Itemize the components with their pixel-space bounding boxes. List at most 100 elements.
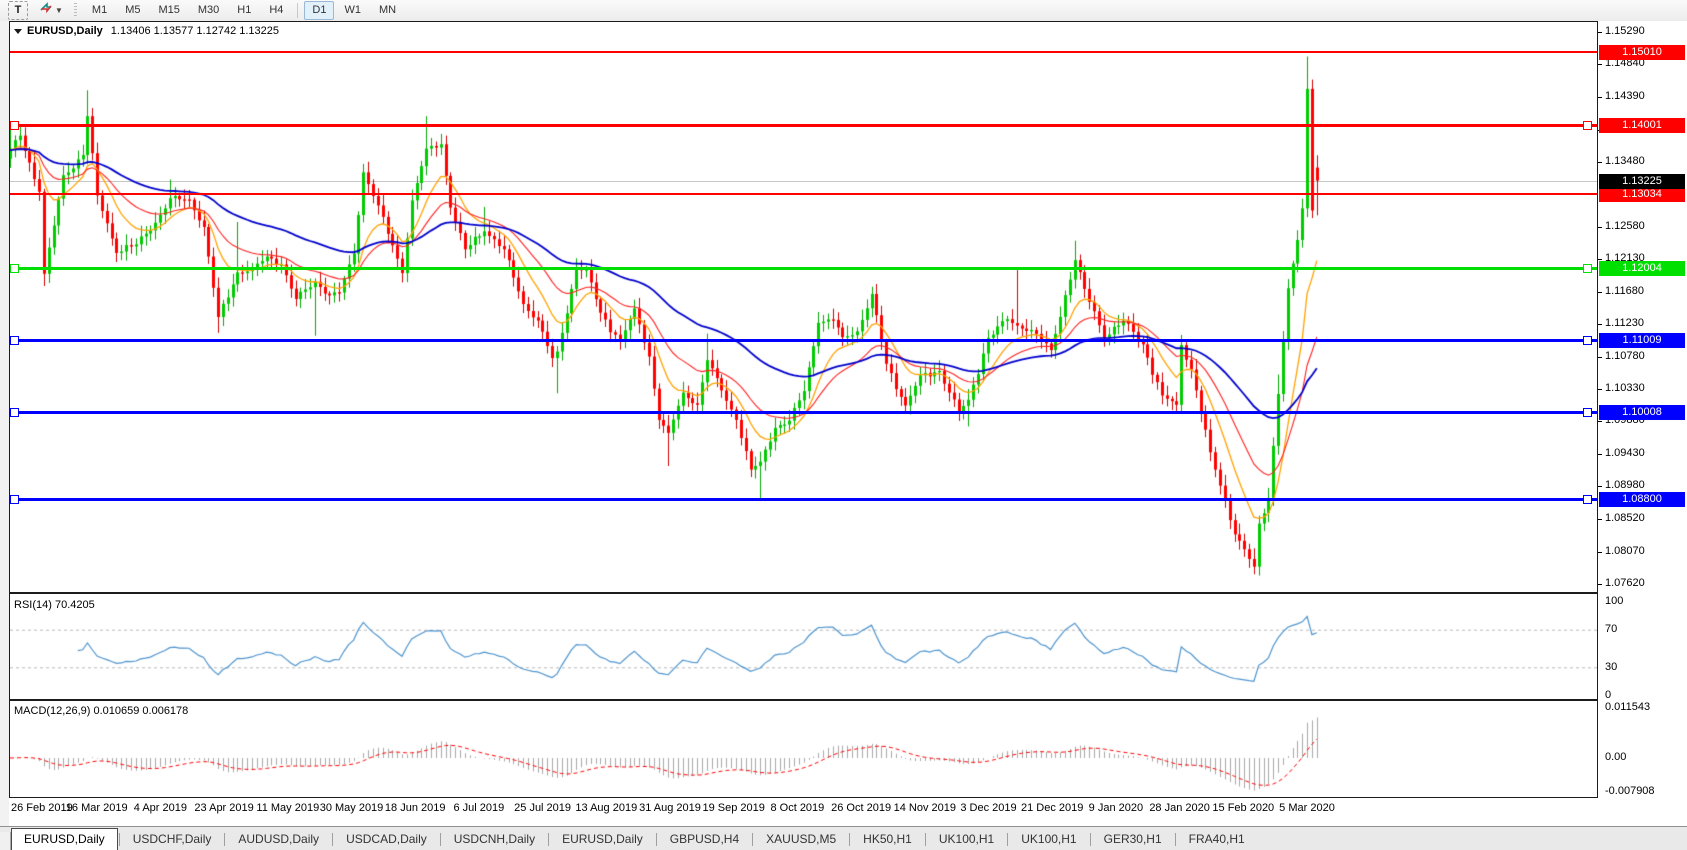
- price-axis[interactable]: 1.152901.148401.143901.139301.134801.125…: [1597, 21, 1687, 796]
- date-axis-label: 26 Feb 2019: [11, 802, 73, 814]
- timeframe-button-group: M1M5M15M30H1H4 D1W1MN: [83, 1, 405, 20]
- timeframe-button-h4[interactable]: H4: [261, 1, 291, 20]
- tabs-left-edge: [0, 832, 11, 850]
- timeframe-button-w1[interactable]: W1: [336, 1, 369, 20]
- price-axis-label: 1.08520: [1605, 512, 1645, 524]
- price-axis-label: 1.07620: [1605, 577, 1645, 589]
- macd-indicator-label: MACD(12,26,9) 0.010659 0.006178: [14, 705, 188, 717]
- date-axis-label: 19 Sep 2019: [702, 802, 764, 814]
- collapse-triangle-icon[interactable]: [14, 29, 22, 34]
- macd-axis-label: 0.00: [1605, 751, 1626, 763]
- tab-hk50-h1-8[interactable]: HK50,H1: [851, 829, 924, 850]
- line-handle-right[interactable]: [1583, 495, 1592, 504]
- price-axis-label: 1.12580: [1605, 220, 1645, 232]
- date-axis-label: 26 Oct 2019: [831, 802, 891, 814]
- tab-separator: [752, 833, 753, 846]
- tab-separator: [224, 833, 225, 846]
- tab-eurusd-daily-5[interactable]: EURUSD,Daily: [550, 829, 655, 850]
- tab-ger30-h1-11[interactable]: GER30,H1: [1092, 829, 1174, 850]
- date-axis-label: 6 Jul 2019: [454, 802, 505, 814]
- tab-separator: [925, 833, 926, 846]
- price-axis-label: 1.09430: [1605, 447, 1645, 459]
- text-tool-button[interactable]: T: [8, 1, 28, 20]
- timeframe-button-mn[interactable]: MN: [371, 1, 404, 20]
- timeframe-button-m1[interactable]: M1: [84, 1, 115, 20]
- timeframe-button-m30[interactable]: M30: [190, 1, 227, 20]
- tab-separator: [332, 833, 333, 846]
- line-handle-left[interactable]: [10, 121, 19, 130]
- line-handle-right[interactable]: [1583, 264, 1592, 273]
- date-axis-label: 23 Apr 2019: [194, 802, 253, 814]
- line-handle-right[interactable]: [1583, 121, 1592, 130]
- date-axis-label: 5 Mar 2020: [1279, 802, 1335, 814]
- price-axis-tick: [1598, 552, 1602, 553]
- price-level-badge: 1.08800: [1599, 492, 1685, 507]
- toolbar-separator: [297, 3, 298, 18]
- tab-fra40-h1-12[interactable]: FRA40,H1: [1177, 829, 1257, 850]
- tab-usdcad-daily-3[interactable]: USDCAD,Daily: [334, 829, 439, 850]
- price-axis-tick: [1598, 454, 1602, 455]
- price-axis-tick: [1598, 32, 1602, 33]
- date-axis-label: 31 Aug 2019: [639, 802, 701, 814]
- tab-usdchf-daily-1[interactable]: USDCHF,Daily: [121, 829, 224, 850]
- line-handle-left[interactable]: [10, 336, 19, 345]
- price-axis-tick: [1598, 519, 1602, 520]
- tab-audusd-daily-2[interactable]: AUDUSD,Daily: [226, 829, 331, 850]
- horizontal-line-1.10008[interactable]: [10, 411, 1597, 414]
- timeframe-button-m5[interactable]: M5: [117, 1, 148, 20]
- price-level-badge: 1.10008: [1599, 405, 1685, 420]
- horizontal-line-1.15010[interactable]: [10, 51, 1597, 53]
- price-axis-label: 1.11230: [1605, 317, 1644, 329]
- price-axis-tick: [1598, 421, 1602, 422]
- price-level-badge: 1.11009: [1599, 333, 1685, 348]
- chart-symbol-label: EURUSD,Daily: [27, 25, 103, 37]
- date-axis-label: 4 Apr 2019: [134, 802, 187, 814]
- price-axis-tick: [1598, 259, 1602, 260]
- cycle-arrows-icon: [39, 2, 53, 20]
- tab-usdcnh-daily-4[interactable]: USDCNH,Daily: [442, 829, 547, 850]
- rsi-axis-label: 30: [1605, 661, 1617, 673]
- price-level-badge: 1.14001: [1599, 118, 1685, 133]
- horizontal-line-1.08800[interactable]: [10, 498, 1597, 501]
- macd-axis-label: -0.007908: [1605, 785, 1655, 797]
- window-left-edge: [0, 21, 10, 827]
- timeframe-button-h1[interactable]: H1: [229, 1, 259, 20]
- price-axis-label: 1.08980: [1605, 479, 1645, 491]
- toolbar-grip: [74, 3, 77, 18]
- date-axis-label: 11 May 2019: [256, 802, 319, 814]
- tab-uk100-h1-10[interactable]: UK100,H1: [1009, 829, 1088, 850]
- tab-uk100-h1-9[interactable]: UK100,H1: [927, 829, 1006, 850]
- price-axis-label: 1.10780: [1605, 350, 1645, 362]
- tab-separator: [119, 833, 120, 846]
- tab-gbpusd-h4-6[interactable]: GBPUSD,H4: [658, 829, 751, 850]
- price-level-badge: 1.15010: [1599, 45, 1685, 60]
- line-handle-right[interactable]: [1583, 408, 1592, 417]
- date-axis-label: 14 Nov 2019: [894, 802, 956, 814]
- line-handle-left[interactable]: [10, 264, 19, 273]
- horizontal-line-1.11009[interactable]: [10, 339, 1597, 342]
- date-axis[interactable]: 26 Feb 201916 Mar 20194 Apr 201923 Apr 2…: [9, 796, 1687, 826]
- timeframe-button-d1[interactable]: D1: [304, 1, 334, 20]
- line-handle-left[interactable]: [10, 408, 19, 417]
- date-axis-label: 30 May 2019: [320, 802, 384, 814]
- line-handle-left[interactable]: [10, 495, 19, 504]
- price-axis-tick: [1598, 292, 1602, 293]
- timeframe-button-m15[interactable]: M15: [150, 1, 187, 20]
- price-axis-tick: [1598, 324, 1602, 325]
- chevron-down-icon: ▼: [55, 2, 63, 19]
- tab-xauusd-m5-7[interactable]: XAUUSD,M5: [754, 829, 848, 850]
- price-axis-label: 1.10330: [1605, 382, 1645, 394]
- arrows-dropdown-button[interactable]: ▼: [35, 1, 67, 20]
- horizontal-line-1.13034[interactable]: [10, 193, 1597, 195]
- price-axis-label: 1.08070: [1605, 545, 1645, 557]
- chart-plot-area[interactable]: [10, 22, 1597, 796]
- horizontal-line-1.12004[interactable]: [10, 267, 1597, 270]
- horizontal-line-1.14001[interactable]: [10, 124, 1597, 127]
- date-axis-label: 9 Jan 2020: [1089, 802, 1143, 814]
- price-axis-label: 1.15290: [1605, 25, 1645, 37]
- current-price-badge: 1.13225: [1599, 174, 1685, 189]
- price-axis-label: 1.13480: [1605, 155, 1645, 167]
- price-axis-tick: [1598, 486, 1602, 487]
- line-handle-right[interactable]: [1583, 336, 1592, 345]
- tab-eurusd-daily-0[interactable]: EURUSD,Daily: [11, 828, 118, 850]
